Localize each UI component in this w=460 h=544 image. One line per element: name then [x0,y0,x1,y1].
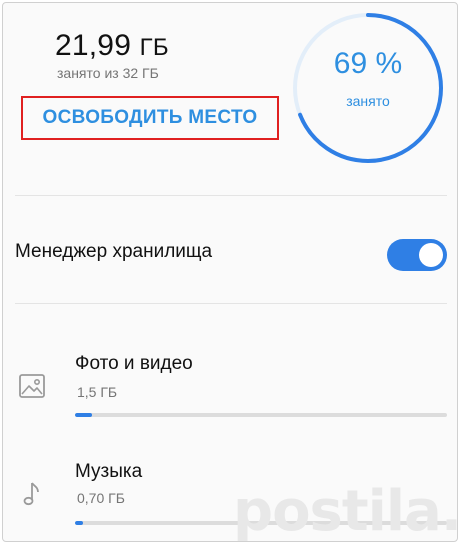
storage-manager-toggle[interactable] [387,239,447,271]
category-bar-photos [75,413,447,417]
usage-ring [293,13,443,163]
storage-manager-label: Менеджер хранилища [15,241,213,262]
category-title-music[interactable]: Музыка [75,461,142,483]
used-of-total: занято из 32 ГБ [57,65,159,81]
divider [15,195,447,196]
free-up-space-button[interactable]: ОСВОБОДИТЬ МЕСТО [21,96,279,140]
storage-screen: 21,99 ГБ занято из 32 ГБ ОСВОБОДИТЬ МЕСТ… [2,2,458,542]
usage-percent: 69 % [333,47,403,80]
category-title-photos[interactable]: Фото и видео [75,353,193,375]
category-size-photos: 1,5 ГБ [77,384,118,400]
image-icon [19,374,45,398]
used-value: 21,99 [55,29,132,62]
category-bar-fill-photos [75,413,93,417]
used-unit: ГБ [139,34,169,61]
divider [15,303,447,304]
used-amount: 21,99 ГБ [55,29,169,63]
watermark: postila.ru [233,479,457,542]
music-note-icon [23,482,39,506]
category-bar-fill-music [75,521,84,525]
category-size-music: 0,70 ГБ [77,490,125,506]
toggle-knob [419,243,443,267]
usage-occupied-label: занято [346,93,390,109]
